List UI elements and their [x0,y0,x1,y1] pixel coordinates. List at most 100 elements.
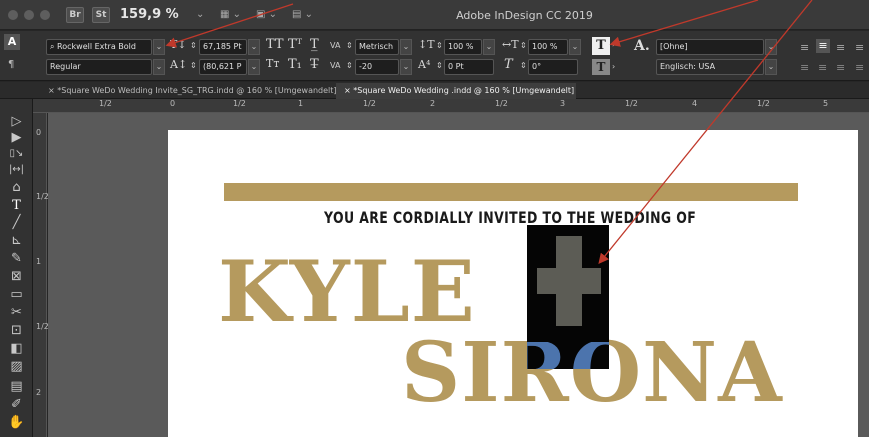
eyedropper-tool-icon[interactable]: ✐ [0,396,33,413]
close-tab-icon[interactable]: × [344,86,353,95]
line-tool-icon[interactable]: ╱ [0,214,33,231]
leading-dropdown[interactable]: ⌄ [248,59,260,75]
free-transform-tool-icon[interactable]: ⊡ [0,322,33,339]
page-tool-icon[interactable]: ▯↘ [0,145,33,162]
tracking-field[interactable]: -20 [355,59,399,75]
font-size-icon: T↕ [170,38,187,51]
vertical-scale-dropdown[interactable]: ⌄ [483,39,495,55]
skew-stepper[interactable]: ⇕ [520,61,527,70]
skew-icon: T [504,57,513,72]
ruler-label: 2 [36,388,42,397]
pen-tool-icon[interactable]: ⊾ [0,232,33,249]
type-tool-icon[interactable]: T [0,197,33,214]
align-towards-spine-icon[interactable]: ≡ [855,41,864,54]
subscript-button[interactable]: T₁ [288,57,302,72]
skew-field[interactable]: 0° [528,59,578,75]
font-size-field[interactable]: 67,185 Pt [199,39,247,55]
vertical-scale-icon: ↕T [418,38,435,51]
leading-stepper[interactable]: ⇕ [190,61,197,70]
kerning-icon: VA [330,41,341,50]
tab-invite-document[interactable]: × *Square WeDo Wedding Invite_SG_TRG.ind… [40,83,337,99]
language-field[interactable]: Englisch: USA [656,59,764,75]
justify-left-icon[interactable]: ≡ [800,61,809,74]
align-left-icon[interactable]: ≡ [800,41,809,54]
language-dropdown[interactable]: ⌄ [765,59,777,75]
close-tab-icon[interactable]: × [48,86,57,95]
character-formatting-toggle[interactable]: A [4,34,20,50]
fill-color-menu-icon[interactable]: › [612,40,615,49]
baseline-shift-stepper[interactable]: ⇕ [436,61,443,70]
fill-color-swatch[interactable]: T [592,37,610,55]
rectangle-tool-icon[interactable]: ▭ [0,286,33,303]
gradient-feather-tool-icon[interactable]: ▨ [0,358,33,375]
search-icon: ⌕ [50,42,58,51]
superscript-button[interactable]: Tᵀ [288,37,302,52]
stroke-color-swatch[interactable]: T [592,59,610,75]
ruler-label: 1/2 [99,99,112,108]
character-style-label: A. [634,38,650,54]
plus-sign-horizontal[interactable] [537,268,601,294]
kerning-dropdown[interactable]: ⌄ [400,39,412,55]
horizontal-scale-dropdown[interactable]: ⌄ [569,39,581,55]
justify-right-icon[interactable]: ≡ [836,61,845,74]
font-style-field[interactable]: Regular [46,59,152,75]
ruler-label: 1/2 [625,99,638,108]
leading-field[interactable]: (80,621 P [199,59,247,75]
control-panel: A ¶ ⌕ Rockwell Extra Bold ⌄ Regular ⌄ T↕… [0,31,869,81]
pencil-tool-icon[interactable]: ✎ [0,250,33,267]
tracking-dropdown[interactable]: ⌄ [400,59,412,75]
kerning-field[interactable]: Metrisch [355,39,399,55]
blue-knockout-text: SIRONA [527,342,609,369]
vertical-scale-stepper[interactable]: ⇕ [436,41,443,50]
blue-sirona-overlay: SIRONA [527,342,609,369]
direct-selection-tool-icon[interactable]: ▶ [0,129,33,146]
selection-tool-icon[interactable]: ▷ [0,113,33,130]
vertical-scale-field[interactable]: 100 % [444,39,482,55]
character-style-field[interactable]: [Ohne] [656,39,764,55]
baseline-shift-icon: A⁴ [418,58,431,71]
horizontal-scale-field[interactable]: 100 % [528,39,568,55]
content-collector-icon[interactable]: ⌂ [0,179,33,196]
stroke-color-menu-icon[interactable]: › [612,62,615,71]
gold-rule-bar[interactable] [224,183,798,201]
align-center-icon[interactable]: ≡ [816,39,830,53]
ruler-label: 1/2 [233,99,246,108]
underline-button[interactable]: T̲ [310,37,319,52]
rectangle-frame-tool-icon[interactable]: ⊠ [0,268,33,285]
all-caps-button[interactable]: TT [266,37,284,52]
ruler-label: 2 [430,99,436,108]
character-style-dropdown[interactable]: ⌄ [765,39,777,55]
vertical-ruler[interactable]: 0 1/2 1 1/2 2 [33,113,49,437]
note-tool-icon[interactable]: ▤ [0,378,33,395]
align-right-icon[interactable]: ≡ [836,41,845,54]
baseline-shift-field[interactable]: 0 Pt [444,59,494,75]
name-kyle-text[interactable]: KYLE [218,250,476,334]
font-size-stepper[interactable]: ⇕ [190,41,197,50]
ruler-label: 5 [823,99,829,108]
ruler-label: 4 [692,99,698,108]
strikethrough-button[interactable]: T̶ [310,57,319,72]
hand-tool-icon[interactable]: ✋ [0,414,33,431]
horizontal-scale-stepper[interactable]: ⇕ [520,41,527,50]
gap-tool-icon[interactable]: |↔| [0,161,33,178]
paragraph-formatting-toggle[interactable]: ¶ [8,59,14,70]
font-size-dropdown[interactable]: ⌄ [248,39,260,55]
invitation-line[interactable]: YOU ARE CORDIALLY INVITED TO THE WEDDING… [324,208,696,227]
font-style-dropdown[interactable]: ⌄ [153,59,165,75]
leading-icon: A↕ [170,58,188,71]
horizontal-scale-icon: ↔T [502,38,519,51]
kerning-stepper[interactable]: ⇕ [346,41,353,50]
font-family-dropdown[interactable]: ⌄ [153,39,165,55]
horizontal-ruler[interactable]: 1/2 0 1/2 1 1/2 2 1/2 3 1/2 4 1/2 5 [33,99,869,113]
tracking-stepper[interactable]: ⇕ [346,61,353,70]
justify-center-icon[interactable]: ≡ [818,61,827,74]
ruler-label: 0 [36,128,42,137]
tab-wedding-document[interactable]: × *Square WeDo Wedding .indd @ 160 % [Um… [336,83,576,99]
justify-all-icon[interactable]: ≡ [855,61,864,74]
tab-label: *Square WeDo Wedding .indd @ 160 % [Umge… [353,86,575,95]
scissors-tool-icon[interactable]: ✂ [0,304,33,321]
small-caps-button[interactable]: Tᴛ [266,57,279,70]
ruler-label: 1/2 [495,99,508,108]
gradient-swatch-tool-icon[interactable]: ◧ [0,340,33,357]
font-family-field[interactable]: ⌕ Rockwell Extra Bold [46,39,152,55]
